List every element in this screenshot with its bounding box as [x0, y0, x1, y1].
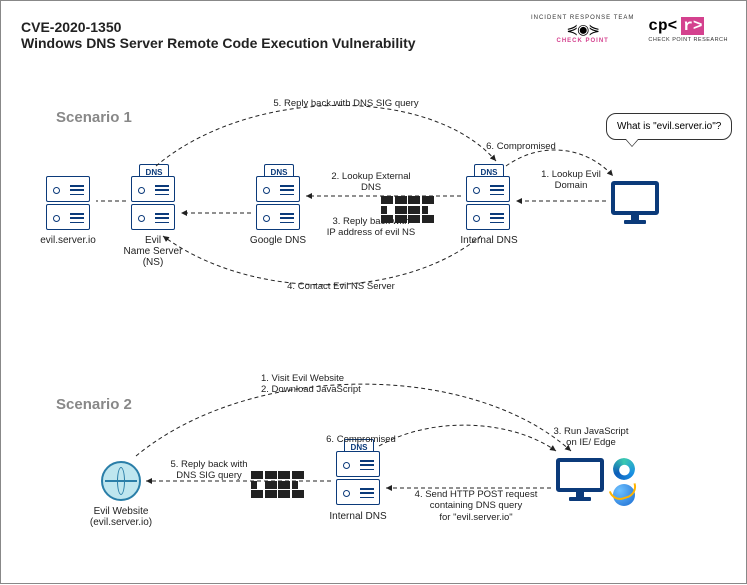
s2-edge4: 4. Send HTTP POST request containing DNS… — [391, 489, 561, 523]
logo-block: INCIDENT RESPONSE TEAM ⋞◉⋟ CHECK POINT c… — [531, 15, 728, 44]
label-evil-server: evil.server.io — [28, 235, 108, 246]
label-evil-website: Evil Website (evil.server.io) — [81, 506, 161, 528]
s1-edge1: 1. Lookup Evil Domain — [521, 169, 621, 192]
incident-response-team-logo: INCIDENT RESPONSE TEAM ⋞◉⋟ CHECK POINT — [531, 15, 634, 44]
scenario2-label: Scenario 2 — [56, 396, 132, 413]
diagram-canvas: CVE-2020-1350 Windows DNS Server Remote … — [0, 0, 747, 584]
speech-bubble: What is "evil.server.io"? — [606, 113, 732, 140]
client-monitor-icon-2 — [556, 458, 604, 502]
s2-edge1-2: 1. Visit Evil Website 2. Download JavaSc… — [261, 373, 421, 396]
s1-edge2: 2. Lookup External DNS — [301, 171, 441, 194]
server-icon-internal-dns-2: DNS — [336, 451, 380, 505]
title-line2: Windows DNS Server Remote Code Execution… — [21, 35, 416, 51]
title-line1: CVE-2020-1350 — [21, 19, 416, 35]
s1-edge5: 5. Reply back with DNS SIG query — [246, 98, 446, 109]
s2-edge5: 5. Reply back with DNS SIG query — [149, 459, 269, 482]
server-icon-evil — [46, 176, 90, 230]
browser-icons — [613, 458, 635, 506]
server-icon-google-dns: DNS — [256, 176, 300, 230]
edge-icon — [613, 458, 635, 480]
ie-icon — [613, 484, 635, 506]
scenario1-label: Scenario 1 — [56, 109, 132, 126]
s1-edge3: 3. Reply back with IP address of evil NS — [296, 216, 446, 239]
checkpoint-research-logo: cp<r> CHECK POINT RESEARCH — [648, 17, 728, 43]
label-internal-dns: Internal DNS — [449, 235, 529, 246]
label-evil-ns: Evil Name Server (NS) — [113, 235, 193, 268]
page-title: CVE-2020-1350 Windows DNS Server Remote … — [21, 19, 416, 51]
s1-edge4: 4. Contact Evil NS Server — [251, 281, 431, 292]
server-icon-internal-dns: DNS — [466, 176, 510, 230]
globe-icon — [101, 461, 141, 501]
s1-edge6: 6. Compromised — [461, 141, 581, 152]
s2-edge6: 6. Compromised — [291, 434, 431, 445]
label-internal-dns-2: Internal DNS — [318, 511, 398, 522]
s2-edge3: 3. Run JavaScript on IE/ Edge — [521, 426, 661, 449]
server-icon-evil-ns: DNS — [131, 176, 175, 230]
